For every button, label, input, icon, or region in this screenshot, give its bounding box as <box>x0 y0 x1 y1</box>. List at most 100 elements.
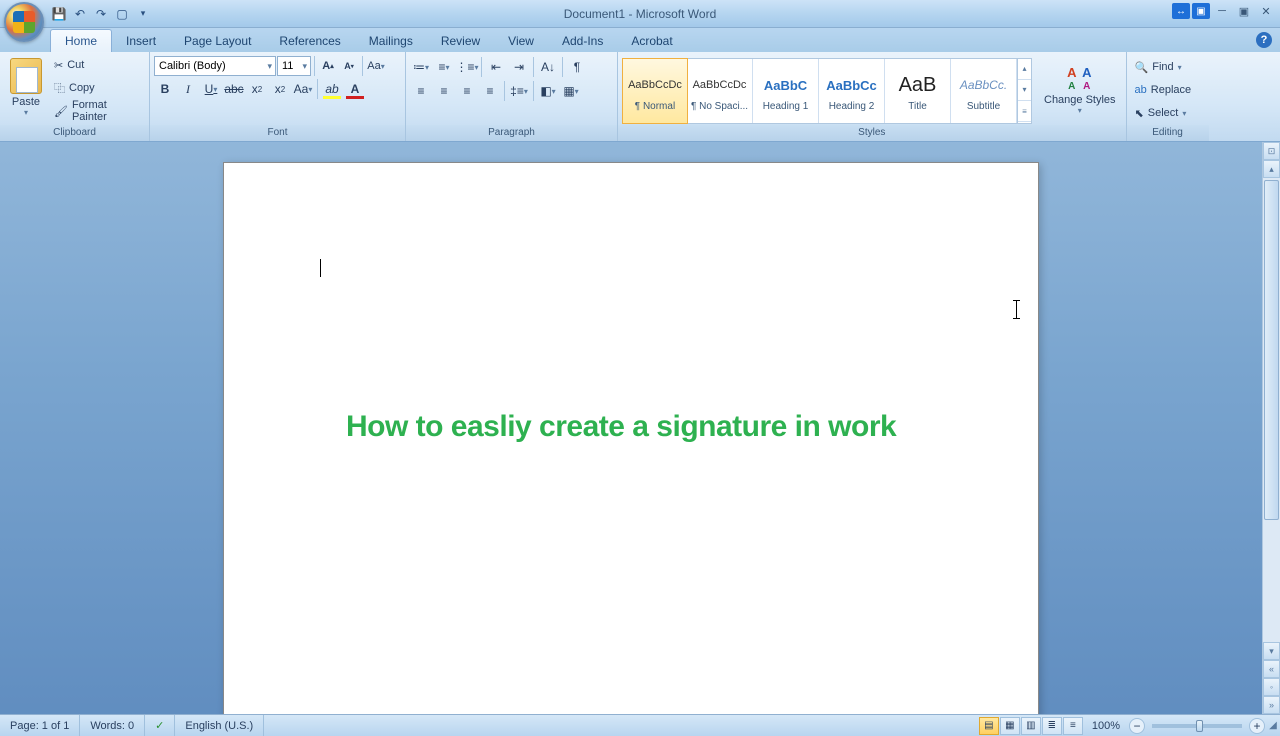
new-doc-icon[interactable]: ▢ <box>113 5 131 23</box>
tab-mailings[interactable]: Mailings <box>355 30 427 52</box>
align-center-button[interactable]: ≡ <box>433 80 455 102</box>
scroll-up-button[interactable]: ▴ <box>1263 160 1280 178</box>
numbering-button[interactable]: ≡ <box>433 56 455 78</box>
zoom-slider[interactable] <box>1152 724 1242 728</box>
ribbon-tabs: Home Insert Page Layout References Maili… <box>0 28 1280 52</box>
previous-page-button[interactable]: « <box>1263 660 1280 678</box>
bullets-button[interactable]: ≔ <box>410 56 432 78</box>
subscript-button[interactable]: x2 <box>246 78 268 100</box>
style-no-spacing[interactable]: AaBbCcDc¶ No Spaci... <box>687 59 753 123</box>
tab-page-layout[interactable]: Page Layout <box>170 30 265 52</box>
scroll-track[interactable] <box>1263 178 1280 642</box>
replace-button[interactable]: abReplace <box>1131 79 1196 101</box>
view-outline[interactable]: ≣ <box>1042 717 1062 735</box>
zoom-out-button[interactable]: − <box>1129 718 1145 734</box>
view-print-layout[interactable]: ▤ <box>979 717 999 735</box>
shading-button[interactable]: ◧ <box>537 80 559 102</box>
tab-insert[interactable]: Insert <box>112 30 170 52</box>
chevron-down-icon: ▾ <box>1078 106 1082 115</box>
addon-badge-2[interactable]: ▣ <box>1192 3 1210 19</box>
font-color-button[interactable]: A <box>344 78 366 100</box>
next-page-button[interactable]: » <box>1263 696 1280 714</box>
status-words[interactable]: Words: 0 <box>80 715 145 736</box>
maximize-button[interactable]: ▣ <box>1234 2 1254 20</box>
tab-view[interactable]: View <box>494 30 548 52</box>
addon-badge-1[interactable]: ↔ <box>1172 3 1190 19</box>
increase-indent-button[interactable]: ⇥ <box>508 56 530 78</box>
line-spacing-button[interactable]: ‡≡ <box>508 80 530 102</box>
align-right-button[interactable]: ≡ <box>456 80 478 102</box>
shrink-font-button[interactable]: A▾ <box>339 56 359 76</box>
minimize-button[interactable]: ─ <box>1212 2 1232 20</box>
zoom-thumb[interactable] <box>1196 720 1203 732</box>
status-language[interactable]: English (U.S.) <box>175 715 264 736</box>
save-icon[interactable]: 💾 <box>50 5 68 23</box>
help-icon[interactable]: ? <box>1256 32 1272 48</box>
format-painter-button[interactable]: 🖌Format Painter <box>50 100 145 122</box>
gallery-expand-icon[interactable]: ≡ <box>1018 101 1031 122</box>
font-name-combo[interactable]: Calibri (Body) <box>154 56 276 76</box>
view-web-layout[interactable]: ▥ <box>1021 717 1041 735</box>
group-font: Calibri (Body) 11 A▴ A▾ Aa B I U abc x2 … <box>150 52 406 141</box>
justify-button[interactable]: ≡ <box>479 80 501 102</box>
resize-grip-icon[interactable]: ◢ <box>1266 720 1280 731</box>
decrease-indent-button[interactable]: ⇤ <box>485 56 507 78</box>
styles-group-label: Styles <box>618 125 1126 141</box>
gallery-down-icon[interactable]: ▾ <box>1018 80 1031 101</box>
document-page[interactable]: How to easliy create a signature in work <box>223 162 1039 714</box>
change-styles-button[interactable]: AA AA Change Styles ▾ <box>1038 58 1122 124</box>
highlight-button[interactable]: ab <box>321 78 343 100</box>
multilevel-list-button[interactable]: ⋮≡ <box>456 56 478 78</box>
italic-button[interactable]: I <box>177 78 199 100</box>
select-button[interactable]: ⬉Select <box>1131 102 1191 124</box>
redo-icon[interactable]: ↷ <box>92 5 110 23</box>
align-left-button[interactable]: ≡ <box>410 80 432 102</box>
close-button[interactable]: ✕ <box>1256 2 1276 20</box>
scroll-thumb[interactable] <box>1264 180 1279 520</box>
style-normal[interactable]: AaBbCcDc¶ Normal <box>622 58 688 124</box>
paste-button[interactable]: Paste ▾ <box>4 54 48 120</box>
change-case-button[interactable]: Aa <box>292 78 314 100</box>
browse-object-button[interactable]: ◦ <box>1263 678 1280 696</box>
scroll-down-button[interactable]: ▾ <box>1263 642 1280 660</box>
document-area[interactable]: How to easliy create a signature in work <box>0 142 1262 714</box>
view-draft[interactable]: ≡ <box>1063 717 1083 735</box>
style-subtitle[interactable]: AaBbCc.Subtitle <box>951 59 1017 123</box>
gallery-up-icon[interactable]: ▴ <box>1018 59 1031 80</box>
clear-formatting-button[interactable]: Aa <box>366 56 386 76</box>
qat-more-icon[interactable]: ▾ <box>134 5 152 23</box>
style-heading-2[interactable]: AaBbCcHeading 2 <box>819 59 885 123</box>
brush-icon: 🖌 <box>54 105 68 118</box>
titlebar: 💾 ↶ ↷ ▢ ▾ Document1 - Microsoft Word ↔ ▣… <box>0 0 1280 28</box>
tab-acrobat[interactable]: Acrobat <box>617 30 686 52</box>
tab-references[interactable]: References <box>265 30 354 52</box>
style-gallery-more: ▴ ▾ ≡ <box>1017 59 1031 123</box>
find-button[interactable]: 🔍Find <box>1131 56 1186 78</box>
tab-add-ins[interactable]: Add-Ins <box>548 30 617 52</box>
superscript-button[interactable]: x2 <box>269 78 291 100</box>
style-title[interactable]: AaBTitle <box>885 59 951 123</box>
scroll-top-misc[interactable]: ⊡ <box>1263 142 1280 160</box>
sort-button[interactable]: A↓ <box>537 56 559 78</box>
status-page[interactable]: Page: 1 of 1 <box>0 715 80 736</box>
zoom-in-button[interactable]: + <box>1249 718 1265 734</box>
grow-font-button[interactable]: A▴ <box>318 56 338 76</box>
copy-button[interactable]: ⿻Copy <box>50 77 145 99</box>
style-heading-1[interactable]: AaBbCHeading 1 <box>753 59 819 123</box>
status-proofing[interactable]: ✓ <box>145 715 175 736</box>
borders-button[interactable]: ▦ <box>560 80 582 102</box>
tab-review[interactable]: Review <box>427 30 494 52</box>
view-full-screen[interactable]: ▦ <box>1000 717 1020 735</box>
underline-button[interactable]: U <box>200 78 222 100</box>
ibeam-cursor-icon <box>1016 301 1017 318</box>
zoom-level[interactable]: 100% <box>1084 720 1128 732</box>
strikethrough-button[interactable]: abc <box>223 78 245 100</box>
cut-button[interactable]: ✂Cut <box>50 54 145 76</box>
bold-button[interactable]: B <box>154 78 176 100</box>
show-hide-button[interactable]: ¶ <box>566 56 588 78</box>
font-size-combo[interactable]: 11 <box>277 56 311 76</box>
office-button[interactable] <box>4 2 44 42</box>
tab-home[interactable]: Home <box>50 29 112 52</box>
undo-icon[interactable]: ↶ <box>71 5 89 23</box>
style-gallery: AaBbCcDc¶ Normal AaBbCcDc¶ No Spaci... A… <box>622 58 1032 124</box>
